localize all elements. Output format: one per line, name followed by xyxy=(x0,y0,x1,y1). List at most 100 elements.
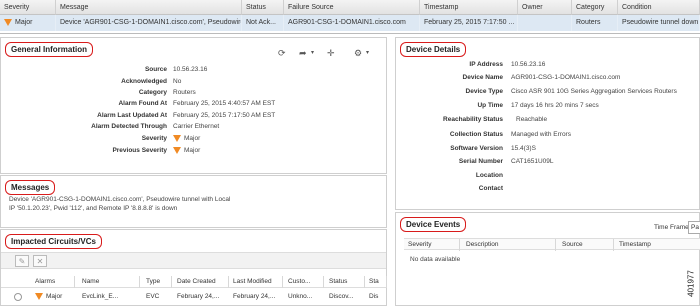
col-type[interactable]: Type xyxy=(142,276,172,288)
row-alarms: Major xyxy=(35,293,77,300)
alarm-table: Severity Message Status Failure Source T… xyxy=(0,0,700,34)
col-name[interactable]: Name xyxy=(78,276,140,288)
field-label: Reachability Status xyxy=(443,116,503,123)
row-status: Discov... xyxy=(329,293,354,300)
alarm-row-category[interactable]: Routers xyxy=(572,15,618,31)
circuits-header: Alarms Name Type Date Created Last Modif… xyxy=(1,276,387,288)
field-label: Alarm Detected Through xyxy=(91,123,167,130)
field-label: Alarm Found At xyxy=(118,100,167,107)
field-label: Device Type xyxy=(465,88,503,95)
row-select-radio[interactable] xyxy=(14,293,22,301)
device-details-panel: Device Details IP Address 10.56.23.16 De… xyxy=(395,37,700,210)
col-condition[interactable]: Condition xyxy=(618,0,700,15)
collection-status-value: Managed with Errors xyxy=(511,131,571,138)
alarm-row-status[interactable]: Not Ack... xyxy=(242,15,284,31)
field-label: Location xyxy=(475,172,503,179)
message-line-1: Device 'AGR901-CSG-1-DOMAIN1.cisco.com',… xyxy=(9,196,231,203)
device-details-title: Device Details xyxy=(400,42,467,57)
field-label: Acknowledged xyxy=(121,78,167,85)
table-row[interactable]: Major EvcLink_E... EVC February 24,... F… xyxy=(1,290,386,304)
col-category[interactable]: Category xyxy=(572,0,618,15)
chevron-down-icon[interactable]: ▾ xyxy=(311,49,314,56)
reachability-value: Reachable xyxy=(516,116,548,123)
severity-value: Major xyxy=(173,135,200,142)
alarm-row-owner[interactable] xyxy=(518,15,572,31)
alarm-row-failure-source[interactable]: AGR901-CSG-1-DOMAIN1.cisco.com xyxy=(284,15,420,31)
row-type: EVC xyxy=(146,293,160,300)
alarm-row-severity[interactable]: Major xyxy=(0,15,56,31)
time-frame-label: Time Frame xyxy=(654,224,689,231)
field-label: Software Version xyxy=(450,145,503,152)
col-sta[interactable]: Sta xyxy=(365,276,387,288)
alarm-row-condition[interactable]: Pseudowire tunnel down xyxy=(618,15,700,31)
tools-icon[interactable]: ⚙ xyxy=(354,48,362,59)
col-failure-source[interactable]: Failure Source xyxy=(284,0,420,15)
field-label: Severity xyxy=(141,135,167,142)
col-message[interactable]: Message xyxy=(56,0,242,15)
field-label: Source xyxy=(144,66,167,73)
messages-panel: Messages Device 'AGR901-CSG-1-DOMAIN1.ci… xyxy=(0,175,387,228)
figure-id: 401977 xyxy=(680,262,700,306)
row-name: EvcLink_E... xyxy=(82,293,119,300)
field-label: Device Name xyxy=(462,74,503,81)
row-customer: Unkno... xyxy=(288,293,313,300)
col-date-created[interactable]: Date Created xyxy=(173,276,229,288)
row-modified: February 24,... xyxy=(233,293,276,300)
general-information-panel: General Information ⟳ ➦ ▾ ✛ ⚙ ▾ Source 1… xyxy=(0,37,387,174)
field-label: IP Address xyxy=(469,61,503,68)
field-label: Alarm Last Updated At xyxy=(97,112,167,119)
device-name-value: AGR901-CSG-1-DOMAIN1.cisco.com xyxy=(511,74,621,81)
figure-id-text: 401977 xyxy=(686,270,696,297)
device-events-panel: Device Events Time Frame Pa Severity Des… xyxy=(395,212,700,306)
severity-text: Major xyxy=(15,19,33,26)
impacted-circuits-title: Impacted Circuits/VCs xyxy=(5,234,102,249)
serial-number-value: CAT1651U09L xyxy=(511,158,554,165)
edit-icon[interactable]: ✎ xyxy=(15,255,29,267)
major-severity-icon xyxy=(173,147,181,154)
time-frame-select[interactable]: Pa xyxy=(688,221,700,234)
col-description[interactable]: Description xyxy=(462,239,556,251)
field-label: Previous Severity xyxy=(112,147,167,154)
col-status[interactable]: Status xyxy=(242,0,284,15)
general-information-title: General Information xyxy=(5,42,94,57)
category-value: Routers xyxy=(173,89,196,96)
impacted-circuits-panel: Impacted Circuits/VCs ✎ ✕ Alarms Name Ty… xyxy=(0,229,387,306)
previous-severity-value: Major xyxy=(173,147,200,154)
col-timestamp[interactable]: Timestamp xyxy=(615,239,700,251)
messages-title: Messages xyxy=(5,180,56,195)
major-severity-icon xyxy=(35,293,43,300)
alarm-found-value: February 25, 2015 4:40:57 AM EST xyxy=(173,100,276,107)
col-alarms[interactable]: Alarms xyxy=(31,276,75,288)
row-sta: Dis xyxy=(369,293,379,300)
circuits-toolbar: ✎ ✕ xyxy=(1,252,386,269)
refresh-icon[interactable]: ⟳ xyxy=(278,48,286,59)
col-source[interactable]: Source xyxy=(558,239,614,251)
alarm-row-message[interactable]: Device 'AGR901-CSG-1-DOMAIN1.cisco.com',… xyxy=(56,15,242,31)
col-status[interactable]: Status xyxy=(325,276,365,288)
alarm-updated-value: February 25, 2015 7:17:50 AM EST xyxy=(173,112,276,119)
field-label: Contact xyxy=(478,185,503,192)
message-line-2: IP '50.1.20.23', Pwid '112', and Remote … xyxy=(9,205,178,212)
device-type-value: Cisco ASR 901 10G Series Aggregation Ser… xyxy=(511,88,677,95)
col-last-modified[interactable]: Last Modified xyxy=(229,276,283,288)
row-created: February 24,... xyxy=(177,293,220,300)
col-severity[interactable]: Severity xyxy=(404,239,460,251)
col-customer[interactable]: Custo... xyxy=(284,276,324,288)
col-owner[interactable]: Owner xyxy=(518,0,572,15)
severity-value-text: Major xyxy=(184,135,201,143)
share-icon[interactable]: ➦ xyxy=(299,48,307,59)
acknowledged-value: No xyxy=(173,78,182,85)
field-label: Serial Number xyxy=(458,158,503,165)
delete-icon[interactable]: ✕ xyxy=(33,255,47,267)
field-label: Category xyxy=(138,89,167,96)
chevron-down-icon[interactable]: ▾ xyxy=(366,49,369,56)
field-label: Collection Status xyxy=(449,131,503,138)
col-severity[interactable]: Severity xyxy=(0,0,56,15)
alarm-detected-value: Carrier Ethernet xyxy=(173,123,220,130)
source-value: 10.56.23.16 xyxy=(173,66,208,73)
alarm-row-timestamp[interactable]: February 25, 2015 7:17:50 ... xyxy=(420,15,518,31)
row-alarms-text: Major xyxy=(46,293,63,301)
col-timestamp[interactable]: Timestamp xyxy=(420,0,518,15)
software-version-value: 15.4(3)S xyxy=(511,145,536,152)
expand-icon[interactable]: ✛ xyxy=(327,48,335,59)
